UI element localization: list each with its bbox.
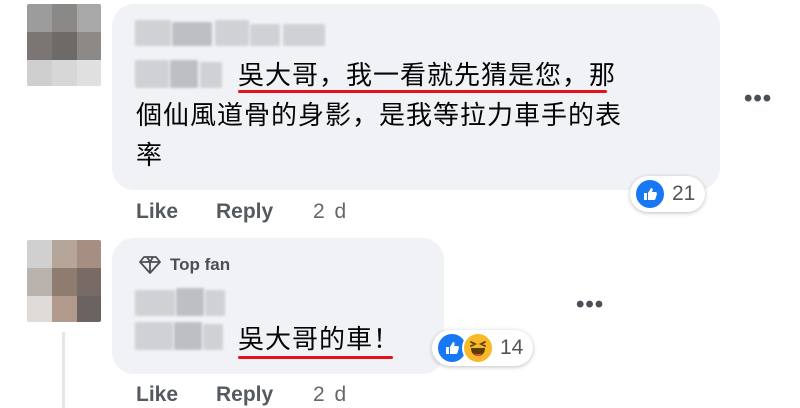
badge-label: Top fan [170, 255, 231, 274]
comment-text: 吳大哥的車！ [238, 325, 401, 355]
more-options-icon[interactable]: ••• [576, 293, 604, 317]
avatar[interactable] [27, 4, 101, 86]
haha-icon [462, 332, 494, 364]
top-fan-badge: Top fan [138, 255, 230, 275]
red-underline [238, 356, 393, 359]
red-underline [238, 90, 607, 93]
comment-text-line-2: 個仙風道骨的身影，是我等拉力車手的表 [136, 101, 623, 131]
avatar[interactable] [27, 240, 101, 322]
like-button[interactable]: Like [136, 200, 178, 224]
like-button[interactable]: Like [136, 383, 178, 407]
more-options-icon[interactable]: ••• [744, 87, 772, 111]
timestamp[interactable]: 2 d [313, 383, 348, 407]
thread-line [62, 332, 65, 408]
reply-button[interactable]: Reply [216, 200, 273, 224]
reaction-count: 21 [672, 182, 696, 205]
like-icon [634, 178, 666, 210]
timestamp[interactable]: 2 d [313, 200, 348, 224]
diamond-icon [139, 256, 161, 274]
reaction-summary[interactable]: 14 [432, 330, 534, 366]
reply-button[interactable]: Reply [216, 383, 273, 407]
reaction-summary[interactable]: 21 [630, 176, 706, 212]
comment-text-line-3: 率 [136, 141, 164, 171]
reaction-count: 14 [500, 336, 524, 359]
